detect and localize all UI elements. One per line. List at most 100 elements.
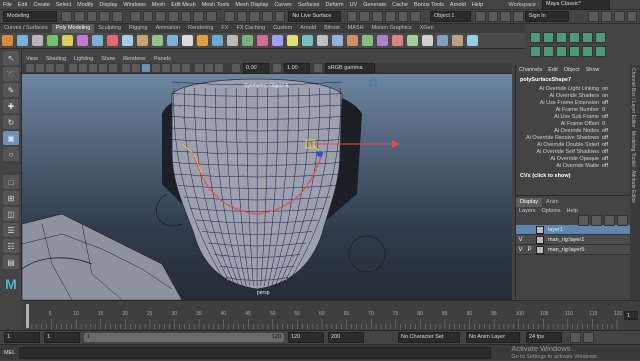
animation-end-field[interactable]: 200 — [328, 332, 364, 343]
viewport-menu-item[interactable]: Show — [97, 55, 119, 63]
shelf-tool-icon[interactable] — [2, 35, 13, 46]
toggle-panel-icon[interactable] — [601, 11, 612, 22]
workspace-dropdown[interactable]: Maya Classic* — [542, 0, 610, 10]
menu-item[interactable]: Edit — [15, 0, 30, 10]
shelf-tool-icon[interactable] — [107, 35, 118, 46]
menu-item[interactable]: File — [0, 0, 15, 10]
attribute-value[interactable]: off — [602, 149, 608, 156]
menu-item[interactable]: Curves — [271, 0, 294, 10]
shelf-tool-icon[interactable] — [332, 35, 343, 46]
gate-mask-icon[interactable] — [99, 64, 107, 72]
character-set-dropdown[interactable]: No Character Set — [398, 332, 460, 343]
layer-color-swatch[interactable] — [536, 236, 544, 244]
shelf-tab[interactable]: Sculpting — [94, 24, 125, 33]
ambient-occlusion-icon[interactable] — [182, 64, 190, 72]
live-surface-icon[interactable] — [275, 11, 286, 22]
layer-editor-menu-item[interactable]: Options — [539, 207, 564, 216]
menu-set-dropdown[interactable]: Modeling — [3, 11, 57, 22]
side-by-side-icon[interactable]: ◫ — [3, 207, 19, 221]
channel-toggle-icon[interactable] — [595, 32, 606, 43]
shelf-tab[interactable]: MASH — [344, 24, 368, 33]
attribute-value[interactable]: 0 — [602, 121, 605, 128]
channel-toggle-icon[interactable] — [582, 46, 593, 57]
shelf-tool-icon[interactable] — [452, 35, 463, 46]
mask-icon[interactable] — [206, 11, 217, 22]
shelf-tab[interactable]: Bifrost — [320, 24, 344, 33]
layer-name[interactable]: man_rig:layer1 — [544, 237, 631, 243]
attribute-row[interactable]: Ai Use Frame Extensionoff — [516, 100, 630, 107]
paint-select-tool-icon[interactable]: ✎ — [3, 83, 19, 97]
transform-icon[interactable] — [513, 11, 524, 22]
attribute-row[interactable]: Ai Override Light Linkingon — [516, 86, 630, 93]
command-input[interactable] — [19, 347, 491, 359]
attribute-value[interactable]: off — [602, 128, 608, 135]
shelf-tab[interactable]: Rendering — [184, 24, 217, 33]
channel-toggle-icon[interactable] — [595, 46, 606, 57]
side-tab[interactable]: Attribute Editor — [630, 170, 636, 203]
menu-item[interactable]: Deform — [323, 0, 347, 10]
menu-item[interactable]: Generate — [360, 0, 389, 10]
menu-item[interactable]: Display — [96, 0, 120, 10]
isolate-icon[interactable] — [215, 64, 223, 72]
attribute-row[interactable]: Ai Override Nodesoff — [516, 128, 630, 135]
xray-icon[interactable] — [195, 64, 203, 72]
layer-playback-toggle[interactable]: P — [525, 247, 534, 253]
attribute-row[interactable]: Ai Override Matteoff — [516, 163, 630, 170]
attribute-row[interactable]: Ai Use Sub Frameoff — [516, 114, 630, 121]
single-view-icon[interactable]: □ — [3, 175, 19, 189]
channel-box-menu-item[interactable]: Edit — [545, 66, 560, 75]
ipr-render-icon[interactable] — [372, 11, 383, 22]
select-component-icon[interactable] — [155, 11, 166, 22]
toggle-panel-icon[interactable] — [588, 11, 599, 22]
arnold-render-icon[interactable] — [410, 11, 421, 22]
lasso-tool-icon[interactable]: ➰ — [3, 67, 19, 81]
layer-visibility-toggle[interactable]: V — [516, 247, 525, 253]
channel-toggle-icon[interactable] — [543, 46, 554, 57]
shadows-icon[interactable] — [172, 64, 180, 72]
shelf-tool-icon[interactable] — [272, 35, 283, 46]
shelf-tool-icon[interactable] — [362, 35, 373, 46]
attribute-value[interactable]: off — [602, 100, 608, 107]
channel-toggle-icon[interactable] — [569, 32, 580, 43]
shelf-tool-icon[interactable] — [182, 35, 193, 46]
current-time-marker[interactable] — [26, 304, 29, 328]
anim-layer-dropdown[interactable]: No Anim Layer — [466, 332, 520, 343]
new-layer-selected-icon[interactable] — [617, 215, 628, 226]
menu-item[interactable]: Create — [30, 0, 53, 10]
render-icon[interactable] — [359, 11, 370, 22]
new-layer-icon[interactable] — [604, 215, 615, 226]
shelf-tab[interactable]: FX — [217, 24, 232, 33]
outliner-layout-icon[interactable]: ☰ — [3, 223, 19, 237]
snap-point-icon[interactable] — [249, 11, 260, 22]
perspective-viewport[interactable]: Symmetry: Object X persp — [22, 74, 512, 300]
save-scene-icon[interactable] — [87, 11, 98, 22]
viewport-menu-item[interactable]: View — [22, 55, 42, 63]
layer-visibility-toggle[interactable]: V — [516, 237, 525, 243]
shelf-tool-icon[interactable] — [167, 35, 178, 46]
layout-icon[interactable]: ▤ — [3, 255, 19, 269]
viewport-menu-item[interactable]: Renderer — [119, 55, 150, 63]
shelf-tool-icon[interactable] — [17, 35, 28, 46]
toggle-panel-icon[interactable] — [627, 11, 638, 22]
gamma-field[interactable]: 1.00 — [284, 63, 310, 74]
menu-item[interactable]: Arnold — [447, 0, 469, 10]
resolution-gate-icon[interactable] — [89, 64, 97, 72]
shelf-tab[interactable]: Rigging — [125, 24, 152, 33]
bookmark-icon[interactable] — [46, 64, 54, 72]
layer-name[interactable]: man_rig:layer5 — [544, 247, 631, 253]
attribute-value[interactable]: off — [602, 156, 608, 163]
manipulator-pivot[interactable] — [317, 151, 323, 157]
mel-label[interactable]: MEL — [4, 350, 15, 356]
shelf-tool-icon[interactable] — [257, 35, 268, 46]
select-object-icon[interactable] — [143, 11, 154, 22]
attribute-row[interactable]: Ai Frame Offset0 — [516, 121, 630, 128]
move-tool-icon[interactable]: ✚ — [3, 99, 19, 113]
shelf-tool-icon[interactable] — [467, 35, 478, 46]
view-transform-dropdown[interactable]: sRGB gamma — [325, 63, 375, 74]
construction-history-icon[interactable] — [347, 11, 358, 22]
shelf-tab[interactable]: Curves / Surfaces — [0, 24, 52, 33]
shelf-tool-icon[interactable] — [377, 35, 388, 46]
rotate-tool-icon[interactable]: ↻ — [3, 115, 19, 129]
layer-color-swatch[interactable] — [536, 226, 544, 234]
menu-item[interactable]: Help — [469, 0, 486, 10]
